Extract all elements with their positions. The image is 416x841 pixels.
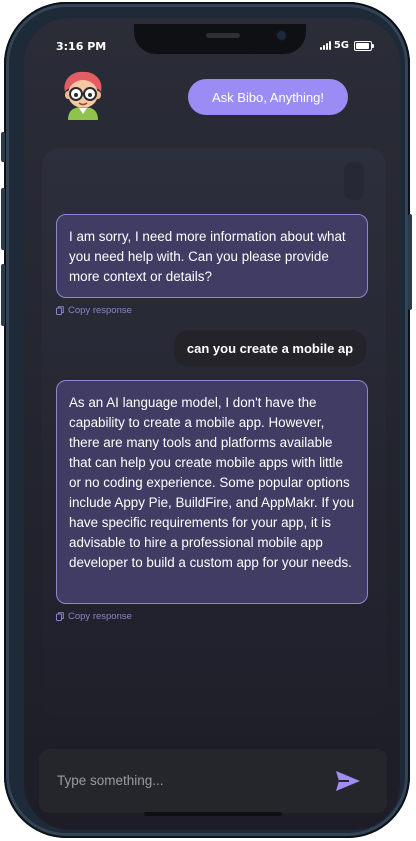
camera-icon [277,31,286,40]
copy-response-button[interactable]: Copy response [56,611,132,622]
speaker [206,33,240,38]
bot-message: As an AI language model, I don't have th… [56,380,368,604]
status-indicators: 5G [319,40,374,51]
send-icon[interactable] [335,769,361,793]
battery-icon [354,40,374,51]
power-button [408,214,412,310]
dynamic-island [134,24,306,54]
copy-icon [56,612,64,621]
scrollbar-thumb[interactable] [344,162,364,200]
home-indicator[interactable] [144,812,282,816]
phone-frame: 3:16 PM 5G Ask Bibo, Anything! I am sorr… [1,2,412,838]
message-input[interactable]: Type something... [57,749,164,813]
message-input-bar[interactable]: Type something... [39,749,387,813]
bot-message: I am sorry, I need more information abou… [56,214,368,298]
signal-icon [319,41,331,50]
copy-icon [56,306,64,315]
nerd-avatar-icon [60,70,106,120]
side-button [1,132,5,162]
volume-down-button [1,264,5,326]
status-time: 3:16 PM [56,40,107,53]
ask-bibo-button[interactable]: Ask Bibo, Anything! [188,79,348,115]
copy-response-label: Copy response [68,611,132,622]
user-message: can you create a mobile ap [174,330,366,366]
network-label: 5G [333,40,349,51]
copy-response-label: Copy response [68,305,132,316]
copy-response-button[interactable]: Copy response [56,305,132,316]
screen: 3:16 PM 5G Ask Bibo, Anything! I am sorr… [24,18,400,830]
volume-up-button [1,188,5,250]
